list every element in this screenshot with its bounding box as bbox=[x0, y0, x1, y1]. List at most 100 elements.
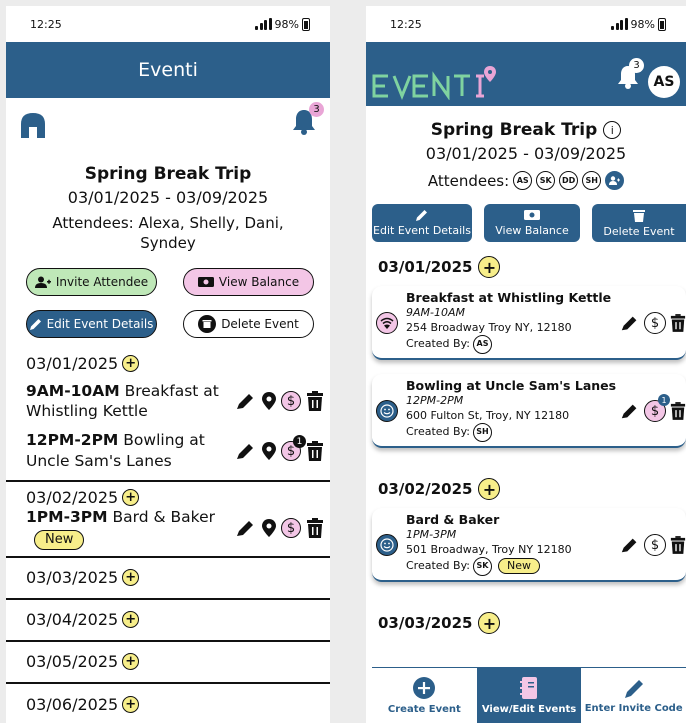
day-row[interactable]: 03/06/2025 + bbox=[6, 684, 330, 723]
attendee-avatar[interactable]: SH bbox=[582, 171, 602, 190]
edit-event-details-button[interactable]: Edit Event Details bbox=[372, 204, 472, 242]
signal-icon bbox=[611, 18, 628, 30]
trash-icon[interactable] bbox=[306, 441, 324, 462]
wifi-icon bbox=[376, 312, 398, 334]
attendee-avatar[interactable]: AS bbox=[513, 171, 533, 190]
dollar-icon[interactable]: $ bbox=[644, 312, 666, 334]
dollar-icon[interactable]: $1 bbox=[644, 394, 670, 422]
day-header: 03/03/2025 + bbox=[378, 612, 686, 634]
action-buttons: Invite Attendee View Balance Edit Event … bbox=[26, 267, 314, 338]
pencil-icon[interactable] bbox=[235, 392, 257, 410]
battery-percent: 98% bbox=[630, 17, 655, 31]
location-pin-icon[interactable] bbox=[262, 442, 276, 461]
pencil-icon[interactable] bbox=[620, 536, 640, 554]
event-name: Breakfast at Whistling Kettle bbox=[406, 290, 612, 305]
app-title: Eventi bbox=[138, 59, 198, 81]
day-header: 03/02/2025 + bbox=[378, 478, 686, 500]
add-user-icon bbox=[34, 276, 51, 288]
event-row[interactable]: 9AM-10AM Breakfast at Whistling Kettle $ bbox=[6, 381, 330, 423]
trash-icon[interactable] bbox=[306, 391, 324, 412]
nav-view-edit-events[interactable]: View/Edit Events bbox=[476, 668, 582, 723]
trash-icon[interactable] bbox=[670, 313, 686, 333]
add-attendee-icon[interactable] bbox=[605, 171, 625, 190]
event-card[interactable]: Bard & Baker 1PM-3PM 501 Broadway, Troy … bbox=[372, 508, 686, 582]
view-balance-button[interactable]: View Balance bbox=[484, 204, 580, 242]
pencil-icon[interactable] bbox=[620, 314, 640, 332]
bottom-nav: Create Event View/Edit Events Enter Invi… bbox=[372, 667, 686, 723]
smiley-icon bbox=[376, 400, 398, 422]
pencil-icon bbox=[416, 210, 427, 221]
add-event-plus-icon[interactable]: + bbox=[478, 612, 501, 634]
delete-event-button[interactable]: Delete Event bbox=[592, 204, 686, 242]
notifications-button[interactable]: 3 bbox=[290, 102, 324, 140]
home-icon[interactable] bbox=[18, 110, 48, 144]
notifications-button[interactable]: 3 bbox=[616, 58, 644, 94]
smiley-icon bbox=[376, 534, 398, 556]
dollar-icon[interactable]: $ bbox=[644, 534, 666, 556]
battery-percent: 98% bbox=[274, 17, 299, 31]
dollar-icon[interactable]: $1 bbox=[281, 435, 306, 462]
event-row[interactable]: 12PM-2PM Bowling at Uncle Sam's Lanes $1 bbox=[6, 430, 330, 472]
add-event-plus-icon[interactable]: + bbox=[478, 478, 501, 500]
day-list: 03/01/2025 + 9AM-10AM Breakfast at Whist… bbox=[6, 354, 330, 723]
edit-event-details-button[interactable]: Edit Event Details bbox=[26, 309, 157, 338]
event-card[interactable]: Breakfast at Whistling Kettle 9AM-10AM 2… bbox=[372, 286, 686, 360]
divider bbox=[6, 480, 330, 483]
status-time: 12:25 bbox=[390, 17, 422, 31]
trip-dates: 03/01/2025 - 03/09/2025 bbox=[67, 188, 269, 207]
event-time: 12PM-2PM bbox=[406, 394, 464, 408]
location-pin-icon[interactable] bbox=[262, 519, 276, 538]
day-header: 03/01/2025 + bbox=[6, 354, 330, 373]
new-badge: New bbox=[498, 558, 540, 575]
add-event-plus-icon[interactable]: + bbox=[122, 354, 140, 372]
add-event-plus-icon[interactable]: + bbox=[478, 256, 501, 278]
left-screen: 12:25 98% Eventi 3 Spring Break Trip 03/… bbox=[6, 6, 330, 723]
day-row[interactable]: 03/03/2025 + bbox=[6, 558, 330, 600]
dollar-icon[interactable]: $ bbox=[281, 391, 301, 412]
pencil-icon[interactable] bbox=[235, 442, 257, 460]
day-row[interactable]: 03/04/2025 + bbox=[6, 600, 330, 642]
status-bar: 12:25 98% bbox=[366, 6, 686, 42]
trash-icon bbox=[198, 314, 217, 333]
add-event-plus-icon[interactable]: + bbox=[122, 653, 140, 671]
add-event-plus-icon[interactable]: + bbox=[122, 611, 140, 629]
event-name: Bard & Baker bbox=[406, 512, 500, 527]
nav-enter-invite-code[interactable]: Enter Invite Code bbox=[581, 668, 686, 723]
notification-badge: 3 bbox=[629, 58, 644, 73]
event-address: 254 Broadway Troy NY, 12180 bbox=[406, 320, 572, 334]
delete-event-button[interactable]: Delete Event bbox=[183, 309, 314, 338]
attendee-avatar[interactable]: SK bbox=[536, 171, 556, 190]
day-header: 03/02/2025 + bbox=[6, 488, 330, 507]
trash-icon[interactable] bbox=[670, 535, 686, 555]
info-icon[interactable]: i bbox=[603, 121, 622, 139]
event-address: 501 Broadway, Troy NY 12180 bbox=[406, 542, 572, 556]
user-avatar[interactable]: AS bbox=[648, 66, 680, 98]
right-screen: 12:25 98% 3 AS Spring Break Trip i 03/01… bbox=[366, 6, 686, 723]
money-icon bbox=[197, 276, 214, 287]
add-event-plus-icon[interactable]: + bbox=[122, 696, 140, 714]
dollar-icon[interactable]: $ bbox=[281, 518, 301, 539]
app-header: Eventi bbox=[6, 42, 330, 98]
location-pin-icon[interactable] bbox=[262, 392, 276, 411]
event-card[interactable]: Bowling at Uncle Sam's Lanes 12PM-2PM 60… bbox=[372, 374, 686, 448]
money-icon bbox=[524, 210, 540, 220]
trip-attendees: Attendees: Alexa, Shelly, Dani, Syndey bbox=[52, 214, 284, 253]
trash-icon[interactable] bbox=[306, 518, 324, 539]
add-event-plus-icon[interactable]: + bbox=[122, 489, 140, 507]
pencil-icon[interactable] bbox=[235, 519, 257, 537]
day-header: 03/01/2025 + bbox=[378, 256, 686, 278]
attendee-avatar[interactable]: DD bbox=[559, 171, 579, 190]
add-event-plus-icon[interactable]: + bbox=[122, 569, 140, 587]
event-row[interactable]: 1PM-3PM Bard & BakerNew $ bbox=[6, 507, 330, 555]
creator-avatar: SK bbox=[473, 556, 492, 576]
eventi-logo bbox=[372, 62, 512, 104]
nav-create-event[interactable]: Create Event bbox=[372, 668, 477, 723]
app-header: 3 AS bbox=[366, 42, 686, 106]
pencil-icon[interactable] bbox=[620, 402, 640, 420]
event-time: 1PM-3PM bbox=[406, 528, 457, 542]
invite-attendee-button[interactable]: Invite Attendee bbox=[26, 267, 157, 296]
day-row[interactable]: 03/05/2025 + bbox=[6, 642, 330, 684]
trip-title: Spring Break Trip i bbox=[366, 120, 686, 140]
trash-icon[interactable] bbox=[670, 401, 686, 421]
view-balance-button[interactable]: View Balance bbox=[183, 267, 314, 296]
